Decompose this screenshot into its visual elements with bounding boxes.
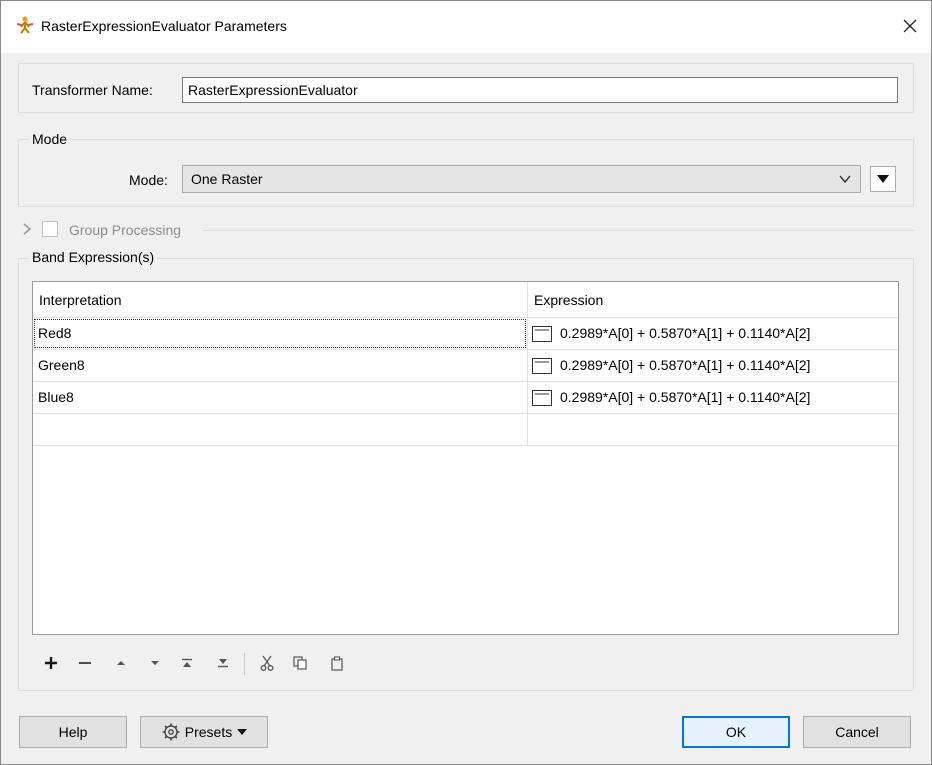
expression-cell[interactable]: 0.2989*A[0] + 0.5870*A[1] + 0.1140*A[2]: [527, 318, 898, 349]
remove-row-button[interactable]: [75, 653, 95, 673]
triangle-down-icon: [877, 175, 889, 183]
move-down-button[interactable]: [145, 653, 165, 673]
paste-icon: [331, 655, 343, 671]
move-up-icon: [117, 661, 125, 665]
mode-options-button[interactable]: [870, 166, 896, 192]
mode-label: Mode:: [129, 172, 168, 188]
window-title: RasterExpressionEvaluator Parameters: [41, 18, 287, 34]
table-row[interactable]: Green8 0.2989*A[0] + 0.5870*A[1] + 0.114…: [33, 350, 898, 382]
expression-text: 0.2989*A[0] + 0.5870*A[1] + 0.1140*A[2]: [560, 325, 811, 341]
move-up-button[interactable]: [111, 653, 131, 673]
paste-button[interactable]: [327, 653, 347, 673]
ok-button-label: OK: [725, 724, 747, 740]
expression-cell[interactable]: [527, 414, 898, 445]
presets-button[interactable]: Presets: [140, 716, 268, 748]
dropdown-arrow-icon: [237, 729, 248, 735]
cancel-button[interactable]: Cancel: [803, 716, 911, 748]
chevron-down-icon: [839, 175, 851, 184]
band-expressions-table: Interpretation Expression Red8 0.2989*A[…: [32, 281, 899, 635]
dialog-window: RasterExpressionEvaluator Parameters Tra…: [0, 0, 932, 765]
interpretation-cell[interactable]: Green8: [33, 350, 527, 381]
remove-icon: [79, 662, 91, 664]
cut-icon: [260, 655, 274, 671]
transformer-name-label: Transformer Name:: [32, 82, 153, 98]
expression-cell[interactable]: 0.2989*A[0] + 0.5870*A[1] + 0.1140*A[2]: [527, 382, 898, 413]
copy-button[interactable]: [290, 653, 310, 673]
help-button-label: Help: [58, 724, 88, 740]
expression-cell[interactable]: 0.2989*A[0] + 0.5870*A[1] + 0.1140*A[2]: [527, 350, 898, 381]
cancel-button-label: Cancel: [835, 724, 879, 740]
column-header-expression[interactable]: Expression: [527, 282, 898, 318]
title-bar: RasterExpressionEvaluator Parameters: [1, 1, 931, 53]
toolbar-separator: [244, 653, 245, 675]
group-processing-label: Group Processing: [69, 222, 182, 238]
help-button[interactable]: Help: [19, 716, 127, 748]
presets-gear-icon: [162, 723, 180, 741]
table-header: Interpretation Expression: [33, 282, 898, 318]
add-icon: [45, 657, 57, 669]
copy-icon: [293, 656, 307, 670]
move-to-bottom-icon: [218, 659, 228, 668]
mode-select[interactable]: One Raster: [182, 165, 861, 193]
presets-button-label: Presets: [184, 724, 233, 740]
expression-text: 0.2989*A[0] + 0.5870*A[1] + 0.1140*A[2]: [560, 389, 811, 405]
close-icon: [903, 19, 917, 33]
dialog-content: Transformer Name: RasterExpressionEvalua…: [1, 53, 931, 764]
transformer-icon: [16, 16, 34, 34]
move-to-bottom-button[interactable]: [213, 653, 233, 673]
expression-editor-icon[interactable]: [532, 325, 552, 342]
expression-text: 0.2989*A[0] + 0.5870*A[1] + 0.1140*A[2]: [560, 357, 811, 373]
mode-select-value: One Raster: [191, 171, 263, 187]
add-row-button[interactable]: [41, 653, 61, 673]
table-row[interactable]: Red8 0.2989*A[0] + 0.5870*A[1] + 0.1140*…: [33, 318, 898, 350]
move-to-top-button[interactable]: [177, 653, 197, 673]
table-row[interactable]: Blue8 0.2989*A[0] + 0.5870*A[1] + 0.1140…: [33, 382, 898, 414]
transformer-name-input[interactable]: RasterExpressionEvaluator: [182, 77, 898, 103]
group-processing-checkbox[interactable]: [42, 221, 58, 237]
close-button[interactable]: [895, 11, 925, 41]
expand-chevron-icon[interactable]: [22, 223, 32, 235]
group-processing-divider: [203, 230, 914, 231]
mode-group-legend: Mode: [29, 131, 71, 147]
ok-button[interactable]: OK: [682, 716, 790, 748]
move-down-icon: [151, 661, 159, 665]
interpretation-cell[interactable]: [33, 414, 527, 445]
band-expressions-legend: Band Expression(s): [29, 249, 158, 265]
cut-button[interactable]: [257, 653, 277, 673]
empty-table-row[interactable]: [33, 414, 898, 446]
expression-editor-icon[interactable]: [532, 389, 552, 406]
move-to-top-icon: [182, 658, 192, 667]
interpretation-cell[interactable]: Red8: [33, 318, 527, 349]
interpretation-cell[interactable]: Blue8: [33, 382, 527, 413]
expression-editor-icon[interactable]: [532, 357, 552, 374]
column-header-interpretation[interactable]: Interpretation: [33, 282, 527, 318]
